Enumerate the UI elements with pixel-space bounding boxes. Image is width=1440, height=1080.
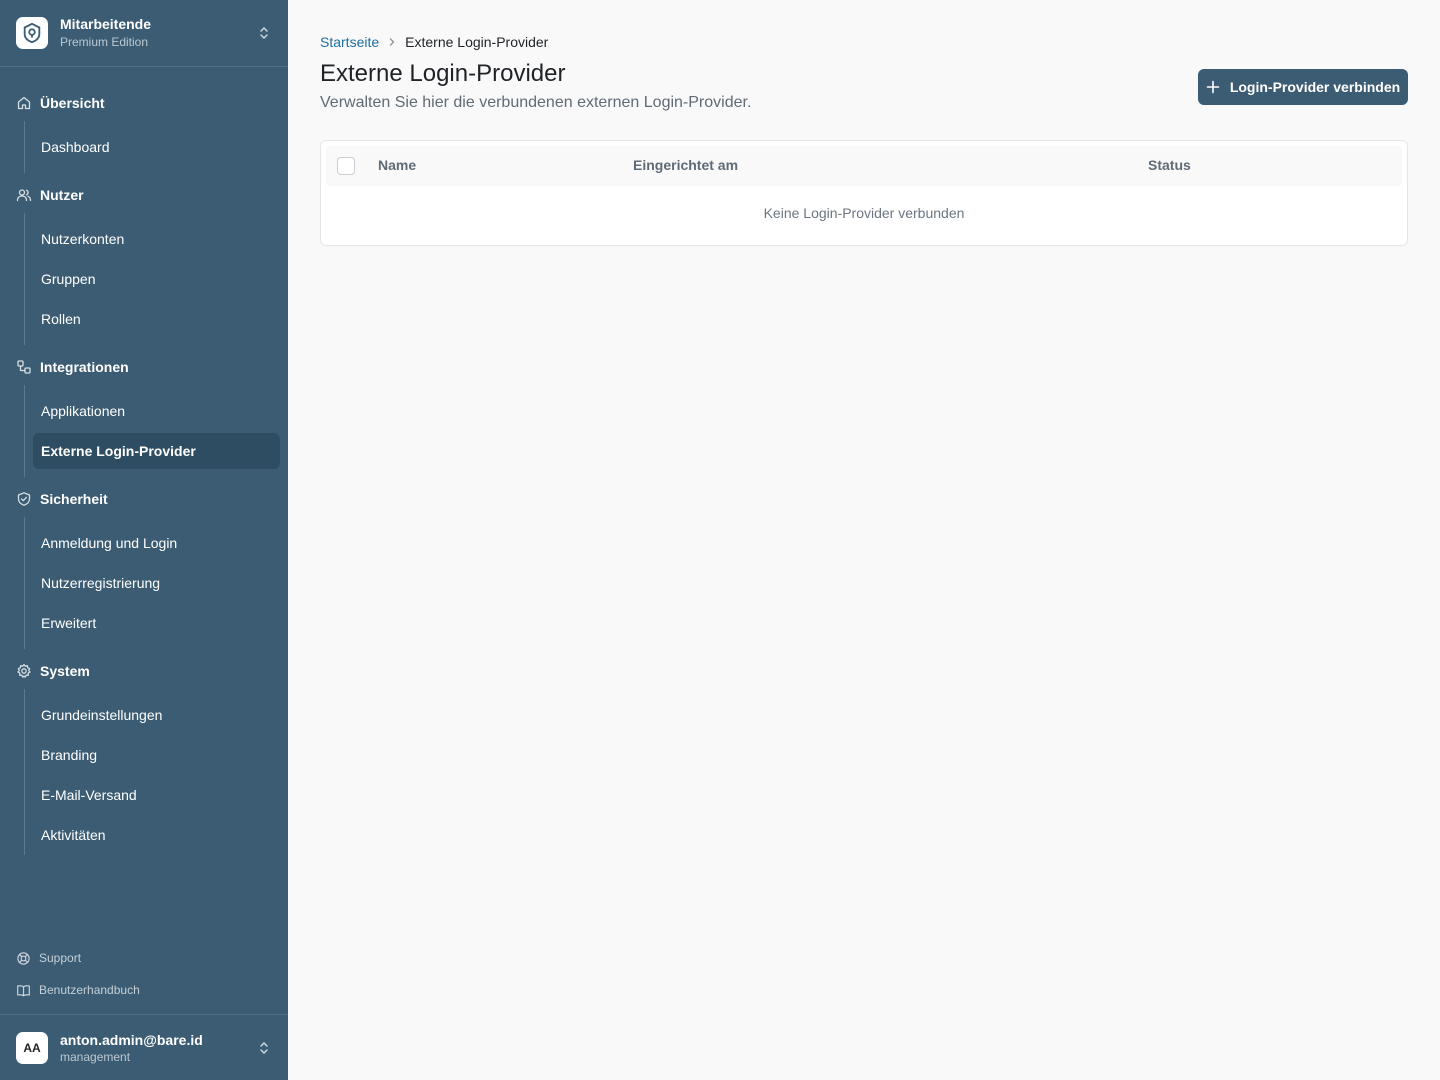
connect-login-provider-label: Login-Provider verbinden bbox=[1229, 79, 1401, 95]
nav-section-label: Sicherheit bbox=[40, 491, 108, 507]
sidebar-item-registration[interactable]: Nutzerregistrierung bbox=[33, 565, 280, 601]
sidebar-item-groups[interactable]: Gruppen bbox=[33, 261, 280, 297]
nav-section-label: Integrationen bbox=[40, 359, 129, 375]
nav-section-label: Nutzer bbox=[40, 187, 84, 203]
column-header-created[interactable]: Eingerichtet am bbox=[633, 157, 738, 173]
user-menu[interactable]: AA anton.admin@bare.id management bbox=[0, 1014, 288, 1080]
org-logo-icon bbox=[16, 17, 48, 49]
sidebar-item-external-login-provider[interactable]: Externe Login-Provider bbox=[33, 433, 280, 469]
manual-label: Benutzerhandbuch bbox=[39, 983, 140, 997]
shield-check-icon bbox=[17, 492, 31, 506]
lifebuoy-icon bbox=[17, 951, 30, 965]
nav-section-overview: Übersicht bbox=[16, 91, 105, 115]
breadcrumb-home[interactable]: Startseite bbox=[320, 34, 379, 50]
nav-guide-line bbox=[24, 689, 25, 855]
nav-guide-line bbox=[24, 385, 25, 477]
manual-link[interactable]: Benutzerhandbuch bbox=[16, 980, 140, 1000]
user-role: management bbox=[60, 1050, 131, 1064]
sidebar: Mitarbeitende Premium Edition Übersicht … bbox=[0, 0, 288, 1080]
column-header-name[interactable]: Name bbox=[378, 157, 416, 173]
chevron-right-icon bbox=[389, 38, 395, 46]
table-header: Name Eingerichtet am Status bbox=[326, 146, 1402, 186]
breadcrumb-current: Externe Login-Provider bbox=[405, 34, 549, 50]
connect-login-provider-button[interactable]: Login-Provider verbinden bbox=[1198, 69, 1408, 105]
plus-icon bbox=[1206, 80, 1220, 94]
avatar: AA bbox=[16, 1032, 48, 1064]
org-name: Mitarbeitende bbox=[60, 16, 152, 32]
login-provider-table: Name Eingerichtet am Status Keine Login-… bbox=[320, 140, 1408, 246]
sidebar-item-advanced[interactable]: Erweitert bbox=[33, 605, 280, 641]
org-switcher[interactable]: Mitarbeitende Premium Edition bbox=[0, 0, 288, 67]
nav-section-integrations: Integrationen bbox=[16, 355, 129, 379]
sidebar-item-branding[interactable]: Branding bbox=[33, 737, 280, 773]
sidebar-item-applications[interactable]: Applikationen bbox=[33, 393, 280, 429]
home-icon bbox=[17, 96, 31, 110]
chevron-up-down-icon bbox=[260, 1042, 268, 1054]
nav-section-security: Sicherheit bbox=[16, 487, 108, 511]
sidebar-item-dashboard[interactable]: Dashboard bbox=[33, 129, 280, 165]
org-edition: Premium Edition bbox=[60, 35, 149, 49]
sidebar-item-email[interactable]: E-Mail-Versand bbox=[33, 777, 280, 813]
chevron-up-down-icon bbox=[260, 27, 268, 39]
page-title: Externe Login-Provider bbox=[320, 60, 566, 87]
nav-section-system: System bbox=[16, 659, 90, 683]
support-link[interactable]: Support bbox=[16, 948, 81, 968]
sidebar-item-activities[interactable]: Aktivitäten bbox=[33, 817, 280, 853]
integrations-icon bbox=[17, 360, 31, 374]
gear-icon bbox=[17, 663, 31, 678]
sidebar-item-roles[interactable]: Rollen bbox=[33, 301, 280, 337]
nav-section-label: Übersicht bbox=[40, 95, 105, 111]
sidebar-item-login[interactable]: Anmeldung und Login bbox=[33, 525, 280, 561]
user-email: anton.admin@bare.id bbox=[60, 1032, 203, 1048]
users-icon bbox=[16, 189, 32, 202]
page-subtitle: Verwalten Sie hier die verbundenen exter… bbox=[320, 94, 752, 111]
empty-state-message: Keine Login-Provider verbunden bbox=[763, 205, 965, 221]
nav-guide-line bbox=[24, 517, 25, 649]
column-header-status[interactable]: Status bbox=[1148, 157, 1191, 173]
sidebar-item-accounts[interactable]: Nutzerkonten bbox=[33, 221, 280, 257]
nav-guide-line bbox=[24, 213, 25, 345]
book-open-icon bbox=[17, 984, 30, 996]
breadcrumb: Startseite Externe Login-Provider bbox=[320, 33, 548, 51]
support-label: Support bbox=[39, 951, 82, 965]
select-all-checkbox[interactable] bbox=[337, 157, 355, 175]
nav-section-users: Nutzer bbox=[16, 183, 84, 207]
sidebar-item-basic-settings[interactable]: Grundeinstellungen bbox=[33, 697, 280, 733]
nav-guide-line bbox=[24, 121, 25, 173]
nav-section-label: System bbox=[40, 663, 90, 679]
